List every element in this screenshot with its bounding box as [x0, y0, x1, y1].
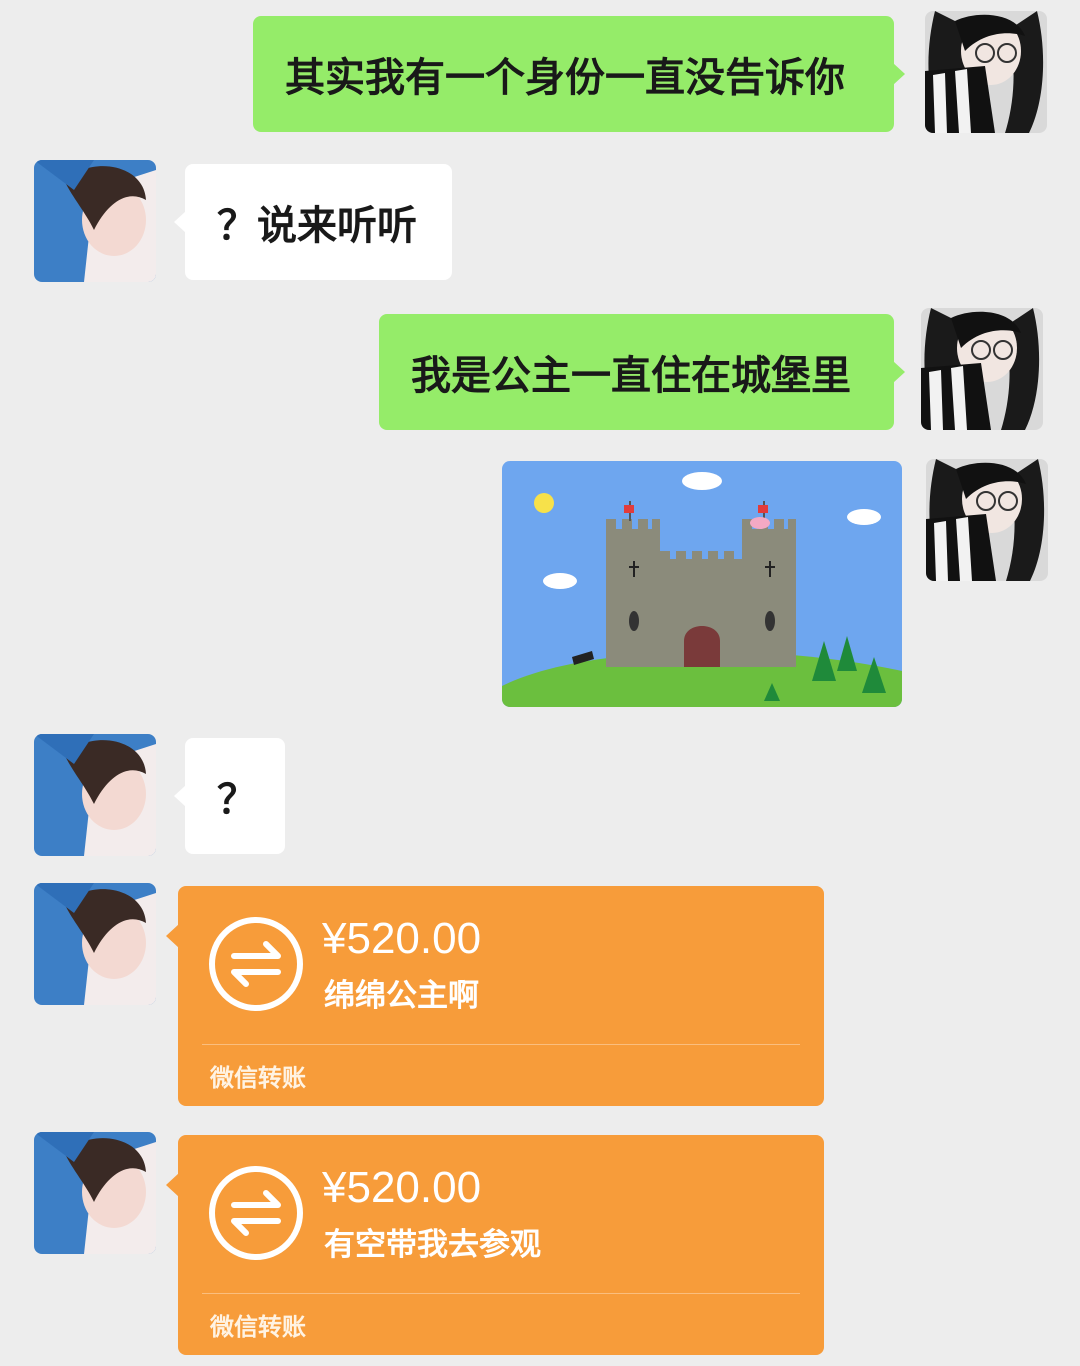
avatar-other[interactable] [34, 160, 156, 282]
avatar-other-image [34, 734, 156, 856]
avatar-other[interactable] [34, 734, 156, 856]
message-bubble-self[interactable]: 其实我有一个身份一直没告诉你 [253, 16, 905, 132]
transfer-card[interactable]: ¥520.00 有空带我去参观 微信转账 [166, 1135, 824, 1355]
castle-illustration [502, 461, 902, 707]
transfer-label: 微信转账 [210, 1313, 306, 1341]
transfer-note: 有空带我去参观 [324, 1227, 541, 1263]
avatar-self-image [921, 308, 1043, 430]
transfer-card[interactable]: ¥520.00 绵绵公主啊 微信转账 [166, 886, 824, 1106]
avatar-self[interactable] [925, 11, 1047, 133]
transfer-note: 绵绵公主啊 [324, 978, 479, 1014]
avatar-self-image [925, 11, 1047, 133]
transfer-label: 微信转账 [210, 1064, 306, 1092]
avatar-other-image [34, 1132, 156, 1254]
message-text: ？说来听听 [217, 203, 417, 249]
message-text: ？ [217, 777, 257, 823]
transfer-arrows-icon [208, 1165, 304, 1261]
message-bubble-other[interactable]: ？ [174, 738, 285, 854]
avatar-other[interactable] [34, 1132, 156, 1254]
message-bubble-self[interactable]: 我是公主一直住在城堡里 [379, 314, 905, 430]
avatar-self[interactable] [926, 459, 1048, 581]
divider [202, 1293, 800, 1294]
avatar-self[interactable] [921, 308, 1043, 430]
transfer-amount: ¥520.00 [322, 1163, 482, 1212]
divider [202, 1044, 800, 1045]
image-message-castle[interactable] [502, 461, 902, 707]
message-bubble-other[interactable]: ？说来听听 [174, 164, 452, 280]
avatar-self-image [926, 459, 1048, 581]
transfer-amount: ¥520.00 [322, 914, 482, 963]
transfer-arrows-icon [208, 916, 304, 1012]
message-text: 我是公主一直住在城堡里 [411, 353, 851, 399]
avatar-other[interactable] [34, 883, 156, 1005]
avatar-other-image [34, 883, 156, 1005]
message-text: 其实我有一个身份一直没告诉你 [285, 55, 845, 101]
avatar-other-image [34, 160, 156, 282]
